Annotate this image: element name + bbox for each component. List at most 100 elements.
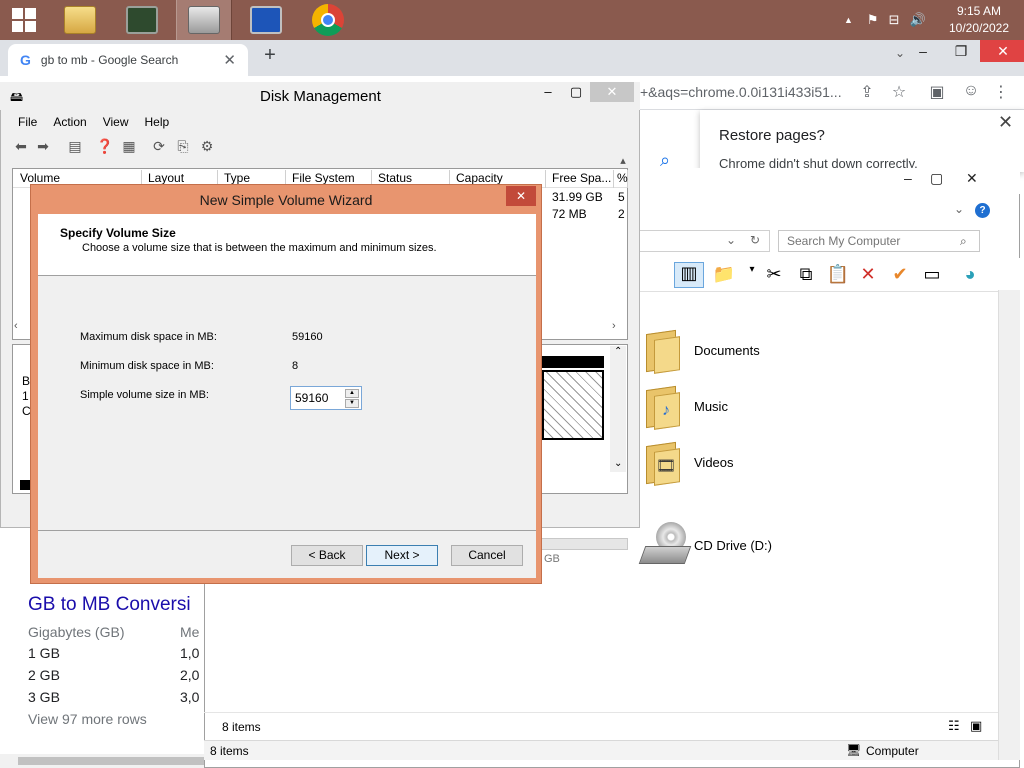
menu-help[interactable]: Help bbox=[137, 112, 178, 132]
column-header-free-space[interactable]: Free Spa... bbox=[546, 170, 614, 188]
rename-icon[interactable]: ▭ bbox=[920, 264, 944, 286]
volume-icon[interactable]: 🔊 bbox=[909, 12, 925, 28]
volume-size-stepper[interactable]: ▲ ▼ bbox=[290, 386, 362, 410]
chrome-close-icon[interactable]: ✕ bbox=[980, 40, 1024, 62]
profile-avatar-icon[interactable]: ☺ bbox=[960, 82, 982, 104]
rescan-icon[interactable]: ⎘ bbox=[174, 138, 192, 156]
music-folder-icon[interactable]: ♪ bbox=[642, 384, 684, 430]
back-button[interactable]: < Back bbox=[291, 545, 363, 566]
spin-down-icon[interactable]: ▼ bbox=[345, 399, 359, 408]
network-icon[interactable]: ⊟ bbox=[889, 12, 900, 28]
bookmark-star-icon[interactable]: ☆ bbox=[888, 82, 910, 104]
restore-close-icon[interactable]: ✕ bbox=[998, 112, 1013, 133]
result-title-link[interactable]: GB to MB Conversi bbox=[28, 594, 191, 616]
help-icon[interactable]: ? bbox=[975, 203, 990, 218]
explorer-maximize-icon[interactable]: ▢ bbox=[930, 170, 943, 187]
chrome-minimize-icon[interactable]: – bbox=[904, 40, 942, 62]
explorer-item-music[interactable]: Music bbox=[694, 399, 728, 414]
list-scroll-up-icon[interactable]: ▴ bbox=[612, 154, 634, 172]
console-tree-icon[interactable]: ▤ bbox=[66, 138, 84, 156]
monitor-icon bbox=[126, 6, 158, 34]
address-refresh-icon[interactable]: ↻ bbox=[750, 233, 760, 247]
refresh-icon[interactable]: ⟳ bbox=[150, 138, 168, 156]
address-dropdown-icon[interactable]: ⌄ bbox=[726, 233, 736, 247]
ribbon-chevron-icon[interactable]: ⌄ bbox=[954, 202, 964, 216]
tab-close-icon[interactable]: ✕ bbox=[223, 51, 236, 69]
checkmark-icon[interactable]: ✔ bbox=[888, 264, 912, 286]
dm-minimize-icon[interactable]: – bbox=[534, 82, 562, 102]
network-globe-icon[interactable]: ◕ bbox=[958, 264, 982, 286]
back-arrow-icon[interactable]: ⬅ bbox=[12, 138, 30, 156]
volume-size-input[interactable] bbox=[293, 389, 343, 407]
menu-action[interactable]: Action bbox=[45, 112, 94, 132]
side-panel-icon[interactable]: ▣ bbox=[926, 82, 948, 104]
wizard-subheading: Choose a volume size that is between the… bbox=[82, 242, 437, 254]
taskbar-chrome[interactable] bbox=[300, 0, 356, 40]
menu-view[interactable]: View bbox=[95, 112, 137, 132]
settings-icon[interactable]: ⚙ bbox=[198, 138, 216, 156]
address-bar-url[interactable]: +&aqs=chrome.0.0i131i433i51... bbox=[640, 84, 842, 100]
taskbar-disk-tool[interactable] bbox=[176, 0, 232, 40]
details-view-icon[interactable]: ☷ bbox=[948, 718, 960, 734]
explorer-close-icon[interactable]: ✕ bbox=[966, 170, 978, 187]
taskbar-clock[interactable]: 9:15 AM 10/20/2022 bbox=[944, 3, 1014, 37]
cut-icon[interactable]: ✂ bbox=[762, 264, 786, 286]
chrome-horizontal-scrollbar[interactable] bbox=[0, 754, 204, 768]
cancel-button[interactable]: Cancel bbox=[451, 545, 523, 566]
scroll-up-icon[interactable]: ⌃ bbox=[614, 346, 622, 357]
spin-up-icon[interactable]: ▲ bbox=[345, 389, 359, 398]
explorer-item-documents[interactable]: Documents bbox=[694, 343, 760, 358]
min-space-value: 8 bbox=[292, 360, 299, 372]
paste-icon[interactable]: 📋 bbox=[826, 264, 850, 286]
view-pane-icon[interactable]: ▥ bbox=[674, 262, 704, 288]
dm-maximize-icon[interactable]: ▢ bbox=[562, 82, 590, 102]
videos-folder-icon[interactable]: 🎞 bbox=[642, 440, 684, 486]
large-icons-view-icon[interactable]: ▣ bbox=[970, 718, 982, 734]
list-scroll-left-icon[interactable]: ‹ bbox=[14, 320, 18, 332]
wizard-separator bbox=[38, 530, 536, 531]
help-book-icon[interactable]: ❓ bbox=[96, 138, 114, 156]
explorer-address-bar[interactable]: ⌄ ↻ bbox=[636, 230, 770, 252]
menu-file[interactable]: File bbox=[10, 112, 45, 132]
next-button[interactable]: Next > bbox=[366, 545, 438, 566]
graphical-view-scrollbar[interactable]: ⌃ ⌄ bbox=[610, 346, 626, 472]
view-more-rows-link[interactable]: View 97 more rows bbox=[28, 711, 147, 727]
delete-icon[interactable]: ✕ bbox=[856, 264, 880, 286]
tray-chevron-icon[interactable]: ▲ bbox=[844, 15, 853, 25]
column-header-percent[interactable]: % bbox=[614, 170, 628, 188]
chrome-menu-icon[interactable]: ⋮ bbox=[990, 82, 1012, 104]
copy-icon[interactable]: ⧉ bbox=[794, 264, 818, 286]
folder-icon bbox=[64, 6, 96, 34]
new-tab-button[interactable]: + bbox=[258, 44, 282, 70]
scroll-thumb[interactable] bbox=[18, 757, 204, 765]
unallocated-partition[interactable] bbox=[542, 370, 604, 440]
taskbar-control-panel[interactable] bbox=[238, 0, 294, 40]
properties-icon[interactable]: ▦ bbox=[120, 138, 138, 156]
taskbar-file-explorer[interactable] bbox=[52, 0, 108, 40]
explorer-item-cd-drive[interactable]: CD Drive (D:) bbox=[694, 538, 772, 553]
explorer-search-input[interactable] bbox=[778, 230, 980, 252]
taskbar-system-monitor[interactable] bbox=[114, 0, 170, 40]
table-header-mb: Me bbox=[180, 624, 200, 640]
cd-drive-icon[interactable] bbox=[638, 522, 692, 570]
folder-options-icon[interactable]: 📁 bbox=[712, 264, 736, 286]
chrome-tab-google-search[interactable]: G gb to mb - Google Search ✕ bbox=[8, 44, 248, 76]
explorer-vertical-scrollbar[interactable] bbox=[998, 290, 1020, 760]
partition-header-bar bbox=[542, 356, 604, 368]
wizard-close-icon[interactable]: ✕ bbox=[506, 186, 536, 206]
forward-arrow-icon[interactable]: ➡ bbox=[34, 138, 52, 156]
share-icon[interactable]: ⇪ bbox=[856, 82, 878, 104]
explorer-minimize-icon[interactable]: – bbox=[904, 170, 912, 186]
explorer-item-videos[interactable]: Videos bbox=[694, 455, 734, 470]
action-center-flag-icon[interactable]: ⚑ bbox=[867, 12, 879, 28]
chrome-restore-icon[interactable]: ❐ bbox=[942, 40, 980, 62]
documents-folder-icon[interactable] bbox=[642, 328, 684, 374]
list-scroll-right-icon[interactable]: › bbox=[612, 320, 616, 332]
wizard-title: New Simple Volume Wizard bbox=[199, 192, 373, 208]
start-button[interactable] bbox=[0, 0, 48, 40]
dm-bottom-scrollbar[interactable] bbox=[540, 538, 628, 550]
scroll-down-icon[interactable]: ⌄ bbox=[614, 458, 622, 469]
dm-close-icon[interactable]: ✕ bbox=[590, 82, 634, 102]
dropdown-arrow-icon[interactable]: ▾ bbox=[740, 264, 764, 286]
chrome-window-controls: – ❐ ✕ bbox=[904, 40, 1024, 62]
